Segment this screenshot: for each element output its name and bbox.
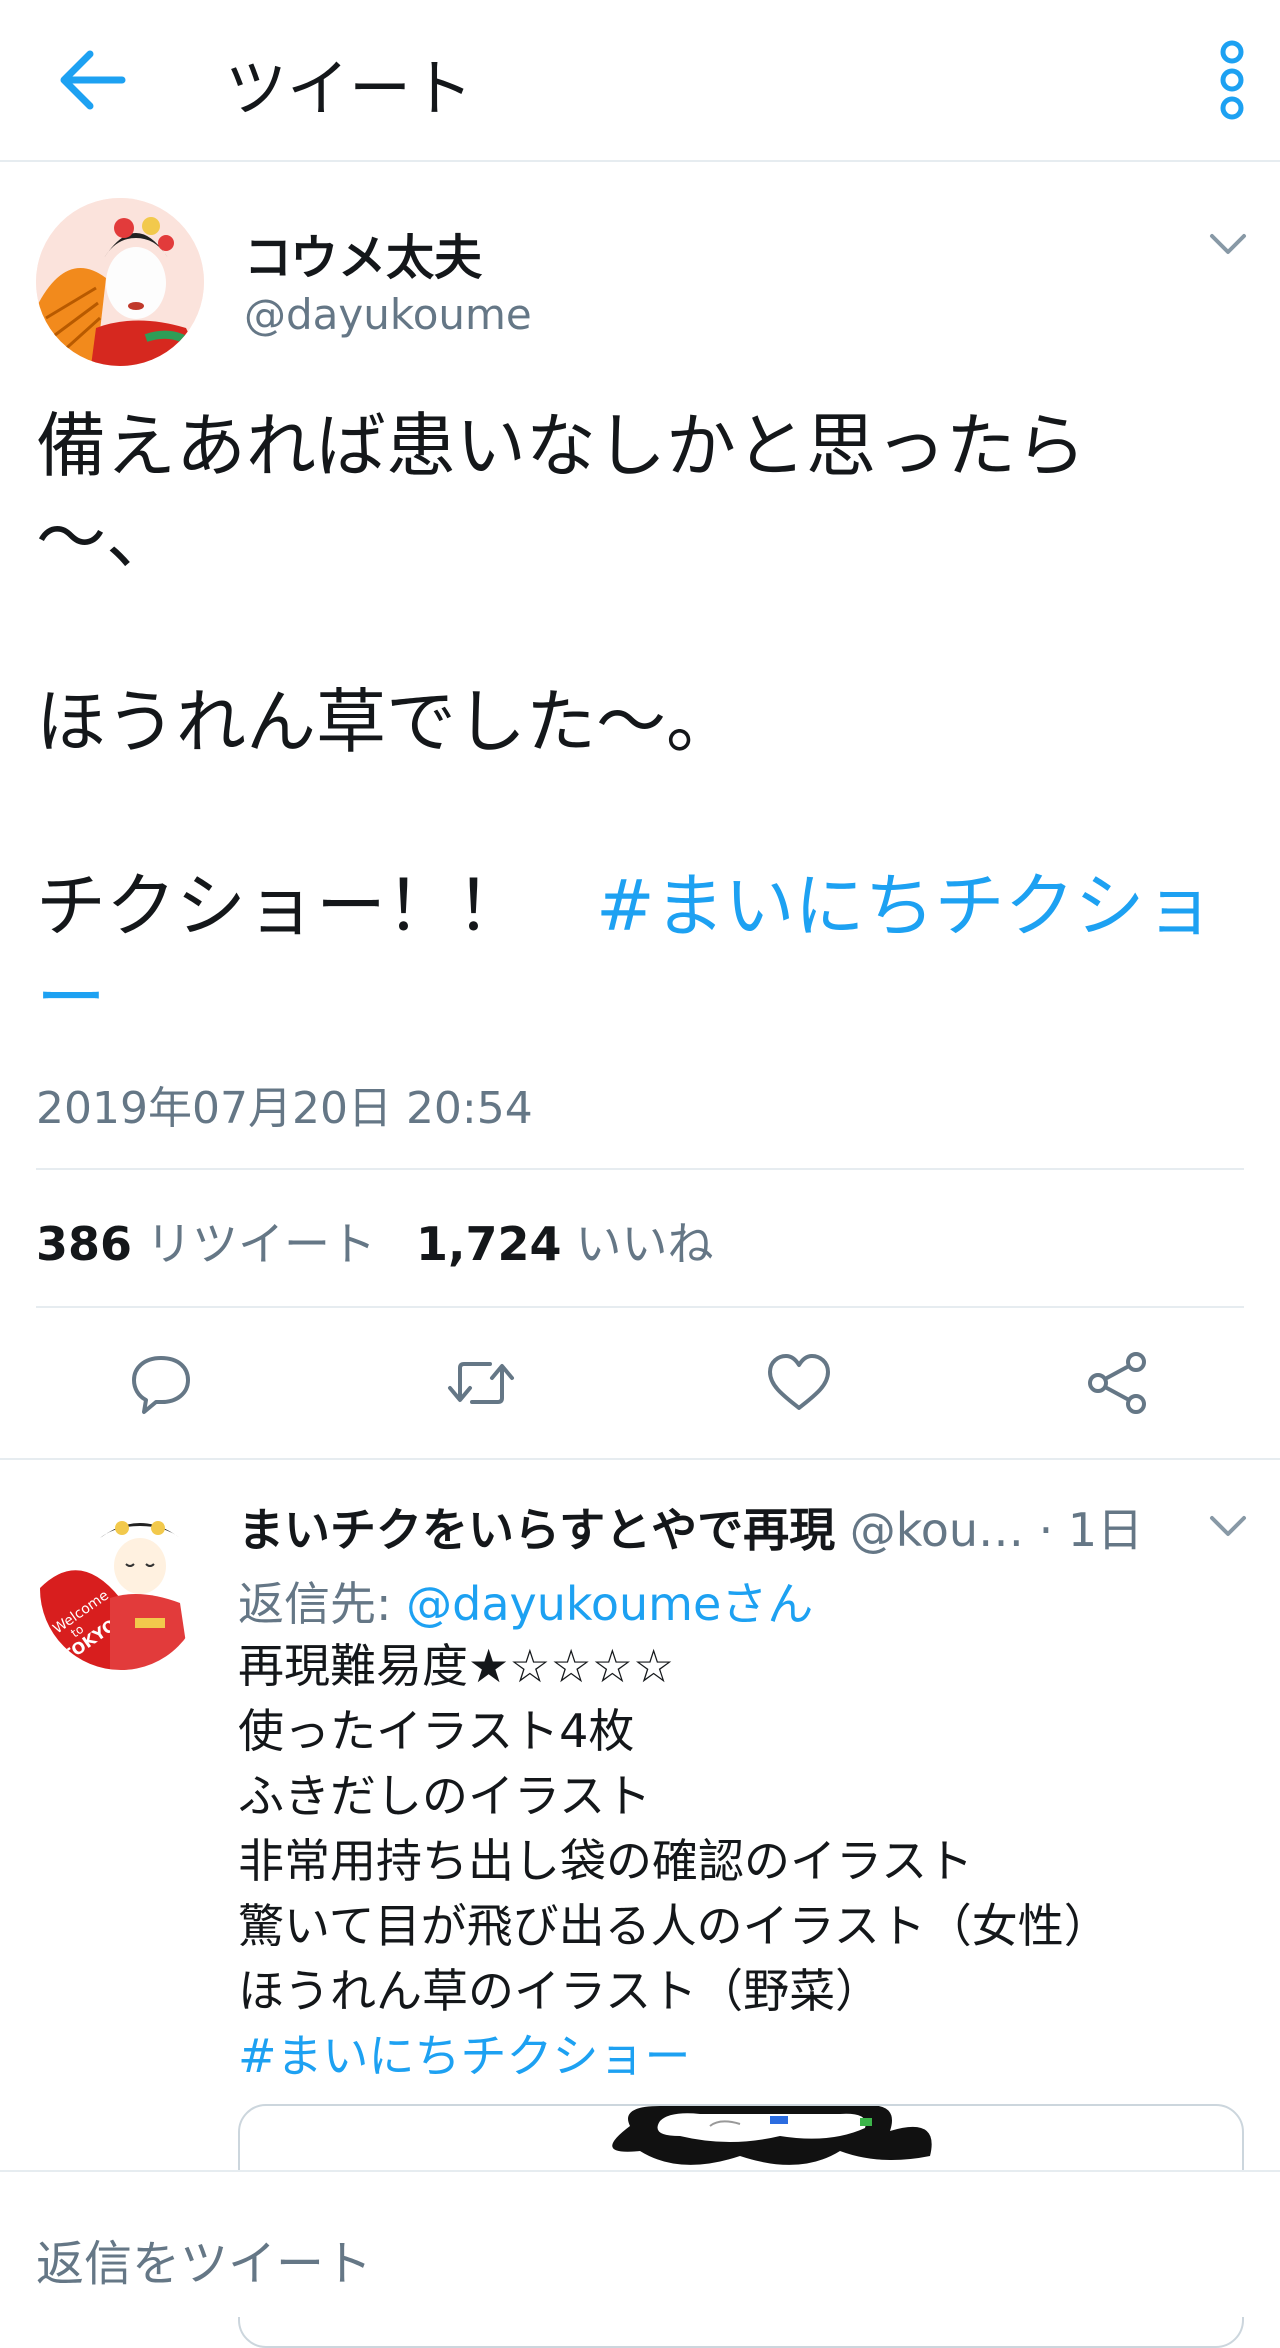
reply-text-line: 使ったイラスト4枚 xyxy=(238,1704,635,1758)
tweet-text: 備えあれば患いなしかと思ったら 〜、 ほうれん草でした〜。 チクショー！！ #ま… xyxy=(36,400,1246,1044)
reply-header: まいチクをいらすとやで再現 @kou… · 1日 xyxy=(238,1494,1228,1560)
share-icon[interactable] xyxy=(1082,1348,1152,1418)
reply-text-line: 再現難易度★☆☆☆☆ xyxy=(238,1639,675,1693)
like-count: 1,724 xyxy=(416,1217,562,1271)
like-stat[interactable]: 1,724 いいね xyxy=(416,1208,714,1274)
tweet-text-line: 〜、 xyxy=(36,497,176,579)
divider xyxy=(36,1306,1244,1308)
heart-icon[interactable] xyxy=(764,1348,834,1418)
retweet-count: 386 xyxy=(36,1217,133,1271)
retweet-label: リツイート xyxy=(146,1217,377,1271)
reply-text-line: ふきだしのイラスト xyxy=(238,1769,652,1823)
retweet-icon[interactable] xyxy=(446,1348,516,1418)
author-name[interactable]: コウメ太夫 xyxy=(244,218,482,288)
top-bar: ツイート xyxy=(0,0,1280,162)
reply-time: · 1日 xyxy=(1038,1503,1144,1557)
reply-hashtag-link[interactable]: #まいにちチクショー xyxy=(238,2029,691,2083)
author-handle[interactable]: @dayukoume xyxy=(244,290,532,339)
reply-author-name[interactable]: まいチクをいらすとやで再現 xyxy=(238,1503,835,1557)
tweet-stats: 386 リツイート 1,724 いいね xyxy=(36,1208,714,1274)
reply-composer: 返信をツイート xyxy=(0,2170,1280,2317)
tweet-text-line: チクショー！！ xyxy=(36,865,596,947)
retweet-stat[interactable]: 386 リツイート xyxy=(36,1208,376,1274)
tweet-text-line: ほうれん草でした〜。 xyxy=(36,681,736,763)
divider xyxy=(36,1168,1244,1170)
reply-to-user-link[interactable]: @dayukoumeさん xyxy=(406,1577,813,1631)
reply-text-line: ほうれん草のイラスト（野菜） xyxy=(238,1964,882,2018)
page-title: ツイート xyxy=(225,52,474,125)
author-avatar[interactable] xyxy=(36,198,204,366)
reply-icon[interactable] xyxy=(126,1348,196,1418)
tweet-text-line: 備えあれば患いなしかと思ったら xyxy=(36,405,1086,487)
reply-to: 返信先: @dayukoumeさん xyxy=(238,1568,813,1634)
reply-input[interactable]: 返信をツイート xyxy=(36,2224,372,2294)
reply-text-line: 非常用持ち出し袋の確認のイラスト xyxy=(238,1834,974,1888)
reply-to-prefix: 返信先: xyxy=(238,1577,407,1631)
reply-text: 再現難易度★☆☆☆☆ 使ったイラスト4枚 ふきだしのイラスト 非常用持ち出し袋の… xyxy=(238,1634,1248,2089)
chevron-down-icon[interactable] xyxy=(1206,226,1250,262)
back-arrow-icon[interactable] xyxy=(52,40,132,120)
section-divider xyxy=(0,1458,1280,1460)
tweet-timestamp: 2019年07月20日 20:54 xyxy=(36,1083,533,1134)
like-label: いいね xyxy=(575,1217,714,1271)
reply-author-avatar[interactable]: Welcome to TOKYO xyxy=(40,1508,202,1670)
vertical-dots-icon[interactable] xyxy=(1204,38,1260,122)
reply-text-line: 驚いて目が飛び出る人のイラスト（女性） xyxy=(238,1899,1110,1953)
reply-author-handle[interactable]: @kou… xyxy=(850,1503,1024,1557)
chevron-down-icon[interactable] xyxy=(1206,1508,1250,1544)
